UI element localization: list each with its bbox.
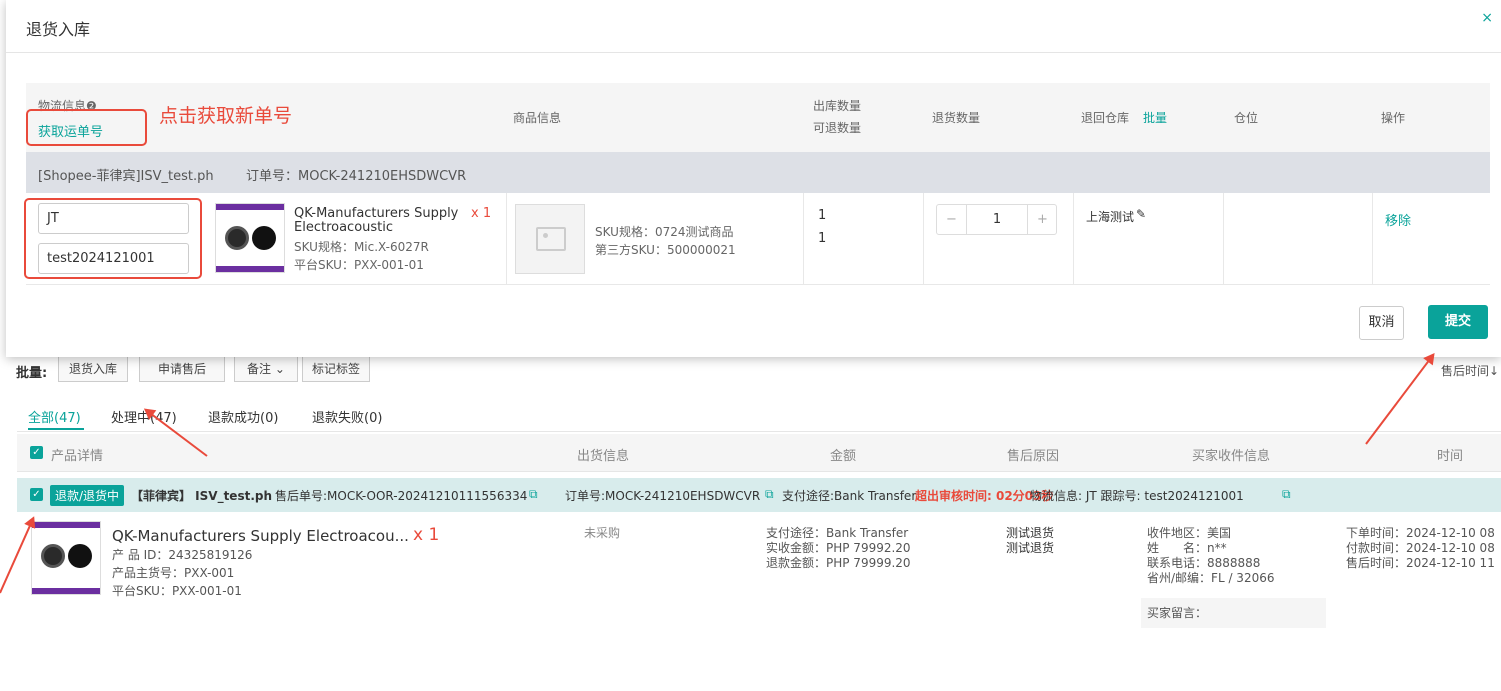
modal-divider	[6, 52, 1501, 53]
annotation-box	[26, 109, 147, 146]
cancel-button[interactable]: 取消	[1359, 306, 1404, 340]
header-product-info: 商品信息	[513, 111, 562, 125]
warehouse-name: 上海测试	[1086, 210, 1135, 224]
returnable-qty-value: 1	[818, 231, 827, 246]
column-divider	[1372, 193, 1373, 285]
column-divider	[923, 193, 924, 285]
plus-icon[interactable]: +	[1027, 205, 1057, 234]
platform-sku: 平台SKU：PXX-001-01	[294, 258, 424, 272]
out-qty-value: 1	[818, 208, 827, 223]
product-qty: x 1	[471, 206, 492, 221]
column-divider	[1073, 193, 1074, 285]
header-location: 仓位	[1234, 111, 1259, 125]
image-placeholder-icon	[515, 204, 585, 274]
third-party-sku: 第三方SKU：500000021	[595, 243, 736, 257]
product-title: QK-Manufacturers Supply Electroacoustic …	[294, 207, 459, 235]
remove-link[interactable]: 移除	[1385, 210, 1411, 229]
return-stock-modal: 退货入库 × 物流信息❷ 获取运单号 商品信息 出库数量 可退数量 退货数量 退…	[6, 0, 1501, 357]
minus-icon[interactable]: −	[937, 205, 967, 234]
return-qty-stepper[interactable]: − 1 +	[936, 204, 1057, 235]
column-divider	[1223, 193, 1224, 285]
submit-button[interactable]: 提交	[1428, 305, 1488, 339]
modal-title: 退货入库	[26, 20, 91, 39]
annotation-text: 点击获取新单号	[159, 105, 293, 127]
header-out-qty: 出库数量	[813, 99, 862, 113]
return-qty-value[interactable]: 1	[967, 205, 1027, 234]
close-icon[interactable]: ×	[1481, 10, 1493, 26]
header-return-qty: 退货数量	[932, 111, 981, 125]
product-thumbnail	[215, 203, 285, 273]
order-number: 订单号：MOCK-241210EHSDWCVR	[246, 169, 467, 184]
column-divider	[803, 193, 804, 285]
sku-spec: SKU规格：Mic.X-6027R	[294, 240, 429, 254]
annotation-box	[24, 198, 202, 279]
header-operation: 操作	[1381, 111, 1406, 125]
header-returnable-qty: 可退数量	[813, 121, 862, 135]
header-return-warehouse: 退回仓库	[1081, 111, 1130, 125]
pencil-icon[interactable]: ✎	[1136, 207, 1146, 221]
shop-row: [Shopee-菲律宾]ISV_test.ph 订单号：MOCK-241210E…	[26, 152, 1490, 193]
batch-link[interactable]: 批量	[1143, 109, 1167, 126]
shop-name: [Shopee-菲律宾]ISV_test.ph	[38, 169, 214, 184]
return-item-row: JT test2024121001 QK-Manufacturers Suppl…	[24, 193, 1490, 285]
column-divider	[506, 193, 507, 285]
goods-sku-spec: SKU规格：0724测试商品	[595, 225, 734, 239]
